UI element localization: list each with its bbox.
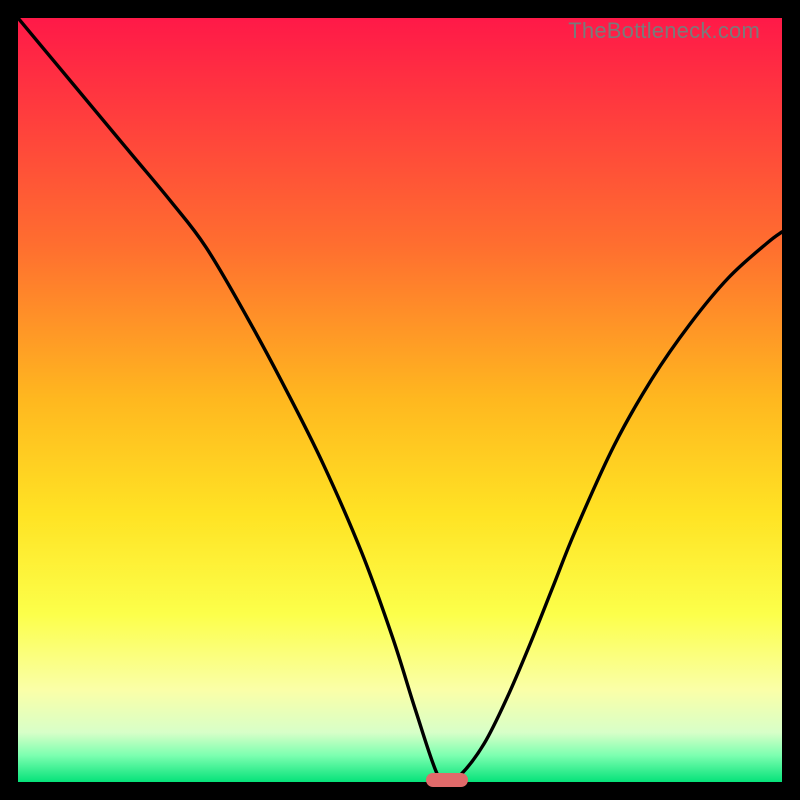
chart-canvas [18,18,782,782]
watermark-text: TheBottleneck.com [568,18,760,44]
optimal-marker [426,773,468,787]
gradient-background [18,18,782,782]
chart-frame: TheBottleneck.com [18,18,782,782]
